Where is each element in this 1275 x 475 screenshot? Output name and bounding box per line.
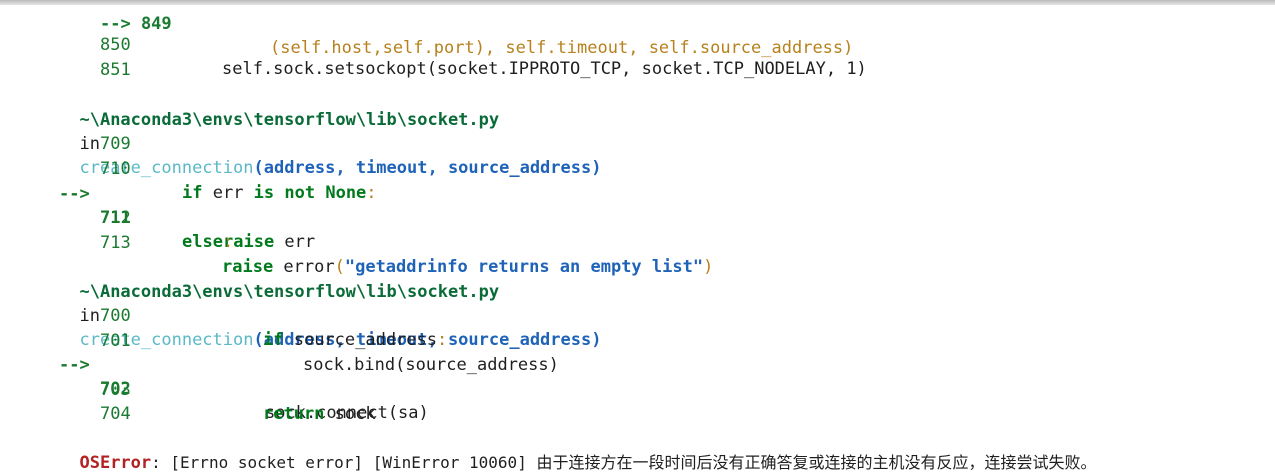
line-number: 710	[100, 159, 131, 179]
line-code: self.sock.setsockopt(socket.IPPROTO_TCP,…	[222, 59, 867, 79]
line-number: 712	[100, 208, 131, 228]
code-line-712: 712 else:	[0, 182, 233, 252]
code-line-700: 700 if source_address:	[0, 280, 447, 350]
line-number: 709	[100, 134, 131, 154]
current-line-arrow: -->	[59, 355, 90, 375]
code-line-851: 851	[0, 34, 131, 80]
frame-header-1: ~\Anaconda3\envs\tensorflow\lib\socket.p…	[59, 84, 601, 178]
line-number: 704	[100, 404, 131, 424]
code-line-703: 703 return sock	[0, 354, 376, 424]
line-code: else:	[182, 232, 234, 252]
line-code: if err is not None:	[182, 183, 377, 203]
frame-header-2: ~\Anaconda3\envs\tensorflow\lib\socket.p…	[59, 256, 601, 350]
line-number: 700	[100, 306, 131, 326]
current-line-arrow: -->	[59, 184, 90, 204]
code-line-701: 701 sock.bind(source_address)	[0, 305, 559, 375]
line-code: raise err	[223, 232, 316, 252]
line-number: 851	[100, 60, 131, 80]
error-text: : [Errno socket error] [WinError 10060] …	[151, 453, 1097, 472]
line-code: if source_address:	[263, 330, 448, 350]
file-path: ~\Anaconda3\envs\tensorflow\lib\socket.p…	[79, 282, 500, 302]
cut-line: --> 849 (self.host,self.port), self.time…	[100, 0, 853, 58]
line-code: return sock	[263, 404, 376, 424]
code-line-711-current: --> 711 raise err	[0, 158, 315, 252]
line-code: sock.bind(source_address)	[303, 355, 559, 375]
code-line-704: 704	[0, 378, 131, 424]
in-keyword: in	[79, 306, 100, 326]
line-number: 713	[100, 233, 131, 253]
error-message-line: OSError: [Errno socket error] [WinError …	[59, 427, 1096, 473]
line-number: 701	[100, 331, 131, 351]
code-line-709: 709	[0, 108, 131, 154]
line-number: 850	[100, 35, 131, 55]
code-line-702-current: --> 702 sock.connect(sa)	[0, 329, 429, 423]
file-path: ~\Anaconda3\envs\tensorflow\lib\socket.p…	[79, 110, 500, 130]
code-line-850: 850 self.sock.setsockopt(socket.IPPROTO_…	[0, 9, 867, 79]
code-line-713: 713 raise error("getaddrinfo returns an …	[0, 207, 713, 277]
top-divider	[0, 0, 1275, 5]
function-params: (address, timeout, source_address)	[253, 158, 602, 178]
in-keyword: in	[79, 134, 100, 154]
error-type: OSError	[79, 453, 152, 473]
line-number: 703	[100, 380, 131, 400]
code-line-710: 710 if err is not None:	[0, 133, 377, 203]
